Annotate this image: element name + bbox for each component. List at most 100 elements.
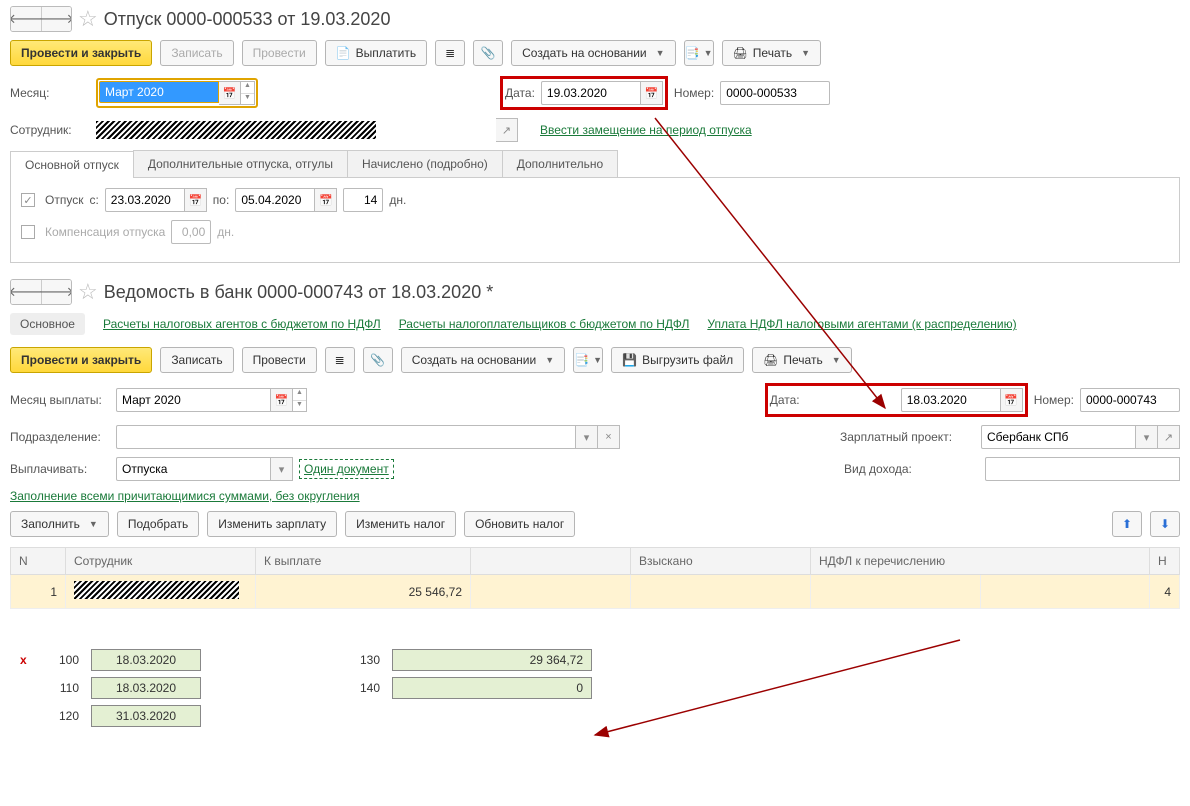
calendar-icon[interactable]: 📅 (315, 188, 337, 212)
number-input[interactable] (720, 81, 830, 105)
cell-n[interactable]: 1 (11, 575, 66, 609)
document-title: Отпуск 0000-000533 от 19.03.2020 (104, 9, 391, 30)
nav-link-ndfl-payment[interactable]: Уплата НДФЛ налоговыми агентами (к распр… (707, 317, 1016, 331)
col-blank (471, 548, 631, 575)
date-label: Дата: (770, 393, 895, 407)
move-up-button[interactable]: ⬆ (1112, 511, 1142, 537)
step-down[interactable]: ▼ (241, 94, 254, 105)
employee-label: Сотрудник: (10, 123, 90, 137)
copy-icon-button[interactable]: 📑▼ (573, 347, 603, 373)
unload-file-button[interactable]: 💾 Выгрузить файл (611, 347, 744, 373)
report-val-110: 18.03.2020 (91, 677, 201, 699)
report-val-120: 31.03.2020 (91, 705, 201, 727)
vacation-checkbox[interactable]: ✓ (21, 193, 35, 207)
report-code-140: 140 (345, 681, 380, 695)
fill-button[interactable]: Заполнить ▼ (10, 511, 109, 537)
cell-payout[interactable]: 25 546,72 (256, 575, 471, 609)
print-button[interactable]: 🖨 Печать ▼ (752, 347, 851, 373)
chevron-down-icon[interactable]: ▾ (271, 457, 293, 481)
pay-month-input[interactable] (116, 388, 271, 412)
days-input[interactable] (343, 188, 383, 212)
date-input[interactable] (901, 388, 1001, 412)
favorite-star-icon[interactable]: ☆ (78, 6, 98, 32)
post-button[interactable]: Провести (242, 347, 317, 373)
create-based-button[interactable]: Создать на основании ▼ (511, 40, 675, 66)
nav-forward-button[interactable]: 🡒 (41, 280, 71, 304)
create-based-button[interactable]: Создать на основании ▼ (401, 347, 565, 373)
pick-button[interactable]: Подобрать (117, 511, 199, 537)
update-tax-button[interactable]: Обновить налог (464, 511, 575, 537)
dept-label: Подразделение: (10, 430, 110, 444)
chevron-down-icon: ▼ (545, 355, 554, 365)
pay-what-input[interactable] (116, 457, 271, 481)
vacation-to-input[interactable] (235, 188, 315, 212)
save-icon: 💾 (622, 353, 637, 367)
chevron-down-icon: ▼ (801, 48, 810, 58)
step-up[interactable]: ▲ (241, 82, 254, 94)
proj-input[interactable] (981, 425, 1136, 449)
printer-icon: 🖨 (763, 353, 778, 367)
favorite-star-icon[interactable]: ☆ (78, 279, 98, 305)
vacation-from-input[interactable] (105, 188, 185, 212)
change-tax-button[interactable]: Изменить налог (345, 511, 456, 537)
vacation-label: Отпуск (45, 193, 83, 207)
list-icon-button[interactable]: ≣ (435, 40, 465, 66)
compensation-checkbox[interactable] (21, 225, 35, 239)
pay-button[interactable]: 📄 Выплатить (325, 40, 427, 66)
date-label: Дата: (505, 86, 535, 100)
write-button[interactable]: Записать (160, 347, 233, 373)
nav-link-agents[interactable]: Расчеты налоговых агентов с бюджетом по … (103, 317, 381, 331)
comp-days-input[interactable] (171, 220, 211, 244)
nav-back-button[interactable]: 🡐 (11, 7, 41, 31)
tab-accrued[interactable]: Начислено (подробно) (347, 150, 503, 177)
post-button[interactable]: Провести (242, 40, 317, 66)
cell-blank[interactable] (471, 575, 631, 609)
number-label: Номер: (674, 86, 714, 100)
calendar-icon[interactable]: 📅 (1001, 388, 1023, 412)
move-down-button[interactable]: ⬇ (1150, 511, 1180, 537)
fill-all-link[interactable]: Заполнение всеми причитающимися суммами,… (10, 489, 360, 503)
calendar-icon[interactable]: 📅 (271, 388, 293, 412)
cell-withheld[interactable] (631, 575, 811, 609)
post-and-close-button[interactable]: Провести и закрыть (10, 40, 152, 66)
number-input[interactable] (1080, 388, 1180, 412)
tab-additional[interactable]: Дополнительные отпуска, отгулы (133, 150, 348, 177)
cell-trailing[interactable]: 4 (1150, 575, 1180, 609)
print-button[interactable]: 🖨 Печать ▼ (722, 40, 821, 66)
pay-month-label: Месяц выплаты: (10, 393, 110, 407)
tab-main-vacation[interactable]: Основной отпуск (10, 151, 134, 178)
chevron-down-icon[interactable]: ▾ (576, 425, 598, 449)
one-document-link[interactable]: Один документ (299, 459, 394, 479)
write-button[interactable]: Записать (160, 40, 233, 66)
attachment-button[interactable]: 📎 (473, 40, 503, 66)
clear-icon[interactable]: × (598, 425, 620, 449)
calendar-icon[interactable]: 📅 (219, 81, 241, 105)
month-input[interactable] (99, 81, 219, 103)
step-up[interactable]: ▲ (293, 389, 306, 401)
nav-link-taxpayers[interactable]: Расчеты налогоплательщиков с бюджетом по… (399, 317, 690, 331)
income-type-input[interactable] (985, 457, 1180, 481)
cell-employee[interactable] (66, 575, 256, 609)
calendar-icon[interactable]: 📅 (641, 81, 663, 105)
chevron-down-icon[interactable]: ▾ (1136, 425, 1158, 449)
calendar-icon[interactable]: 📅 (185, 188, 207, 212)
cell-ndfl2[interactable] (980, 575, 1150, 609)
tab-extra[interactable]: Дополнительно (502, 150, 618, 177)
post-and-close-button[interactable]: Провести и закрыть (10, 347, 152, 373)
dept-input[interactable] (116, 425, 576, 449)
nav-back-button[interactable]: 🡐 (11, 280, 41, 304)
open-icon[interactable]: ↗ (496, 118, 518, 142)
nav-main-button[interactable]: Основное (10, 313, 85, 335)
document-title: Ведомость в банк 0000-000743 от 18.03.20… (104, 282, 494, 303)
date-input[interactable] (541, 81, 641, 105)
step-down[interactable]: ▼ (293, 401, 306, 412)
cell-ndfl[interactable] (811, 575, 981, 609)
open-icon[interactable]: ↗ (1158, 425, 1180, 449)
list-icon-button[interactable]: ≣ (325, 347, 355, 373)
substitution-link[interactable]: Ввести замещение на период отпуска (540, 123, 752, 137)
copy-icon-button[interactable]: 📑▼ (684, 40, 714, 66)
number-label: Номер: (1034, 393, 1074, 407)
attachment-button[interactable]: 📎 (363, 347, 393, 373)
change-salary-button[interactable]: Изменить зарплату (207, 511, 337, 537)
nav-forward-button[interactable]: 🡒 (41, 7, 71, 31)
